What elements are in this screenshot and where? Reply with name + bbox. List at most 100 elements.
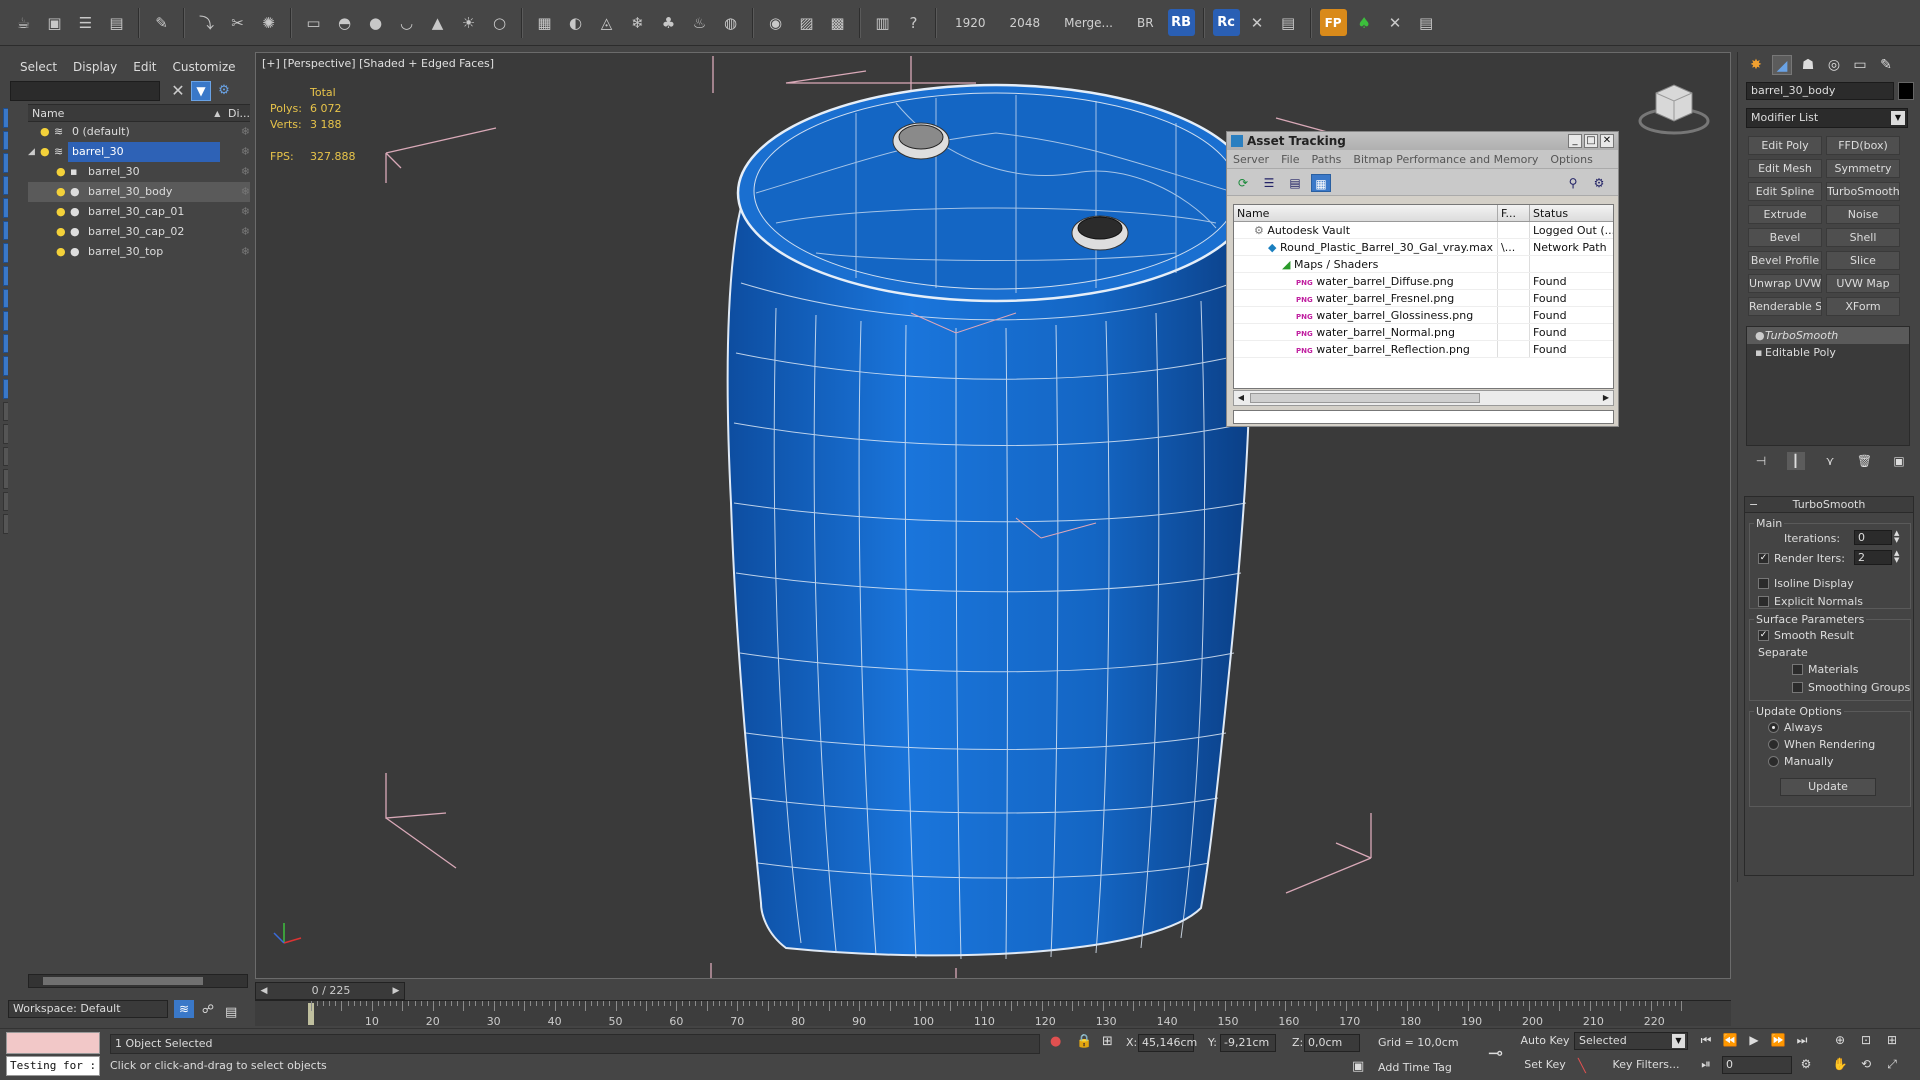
sphere-icon[interactable]: ● xyxy=(362,9,389,36)
table-row[interactable]: PNG water_barrel_Fresnel.png Found xyxy=(1234,290,1613,307)
modifier-button[interactable]: Slice xyxy=(1826,251,1900,270)
hf-icon[interactable]: ♨ xyxy=(686,9,713,36)
add-time-tag-button[interactable]: Add Time Tag xyxy=(1378,1061,1452,1074)
freeze-icon[interactable]: ❄ xyxy=(241,222,250,242)
lock-icon[interactable]: 🔒 xyxy=(1076,1034,1092,1049)
freeze-icon[interactable]: ❄ xyxy=(241,122,250,142)
menu-display[interactable]: Display xyxy=(73,60,117,74)
sun-icon[interactable]: ☀ xyxy=(455,9,482,36)
stack-item-turbosmooth[interactable]: ●TurboSmooth xyxy=(1747,327,1909,344)
table-row[interactable]: PNG water_barrel_Reflection.png Found xyxy=(1234,341,1613,358)
field-of-view-icon[interactable]: ⊞ xyxy=(1882,1033,1902,1047)
motion-tab-icon[interactable]: ◎ xyxy=(1824,55,1844,75)
expand-plus-icon[interactable]: ▪ xyxy=(1755,344,1765,361)
configure-modifier-sets-icon[interactable]: ▣ xyxy=(1890,452,1908,470)
dome-icon[interactable]: ◓ xyxy=(331,9,358,36)
modifier-button[interactable]: UVW Map xyxy=(1826,274,1900,293)
camera-icon[interactable]: ◬ xyxy=(593,9,620,36)
box-icon[interactable]: ▭ xyxy=(300,9,327,36)
modifier-button[interactable]: XForm xyxy=(1826,297,1900,316)
collapse-arrow-icon[interactable]: ◢ xyxy=(28,142,35,162)
play-icon[interactable]: ▶ xyxy=(1744,1033,1764,1047)
scrollbar-thumb[interactable] xyxy=(43,977,203,985)
set-key-button[interactable]: Set Key xyxy=(1520,1056,1570,1074)
maxscript-listener-input[interactable]: Testing for : xyxy=(6,1056,100,1076)
previous-key-icon[interactable]: ⏪ xyxy=(1720,1033,1740,1047)
tree-icon[interactable]: ♠ xyxy=(1351,9,1378,36)
menu-server[interactable]: Server xyxy=(1233,153,1269,166)
modifier-button[interactable]: Unwrap UVW xyxy=(1748,274,1822,293)
spreadsheet-icon[interactable]: ▤ xyxy=(1413,9,1440,36)
maximize-button[interactable]: □ xyxy=(1584,134,1598,148)
when-rendering-radio[interactable] xyxy=(1768,739,1779,750)
spinner-arrows-icon[interactable]: ▲ ▼ xyxy=(1894,530,1902,545)
vault-connect-icon[interactable]: ⚲ xyxy=(1563,174,1583,192)
table-row[interactable]: ◆ Round_Plastic_Barrel_30_Gal_vray.max \… xyxy=(1234,239,1613,256)
visibility-bulb-icon[interactable]: ● xyxy=(56,242,66,262)
menu-bitmap-performance[interactable]: Bitmap Performance and Memory xyxy=(1353,153,1538,166)
tree-row-barrel-layer[interactable]: ◢ ● ≋ barrel_30 ❄ xyxy=(28,142,250,162)
modifier-list-dropdown[interactable]: Modifier List ▼ xyxy=(1746,108,1908,128)
capsule-icon[interactable]: ◐ xyxy=(562,9,589,36)
scene-search-input[interactable] xyxy=(10,81,160,101)
freeze-icon[interactable]: ❄ xyxy=(241,202,250,222)
column-name[interactable]: Name xyxy=(1234,205,1498,221)
render-icon[interactable]: ▩ xyxy=(824,9,851,36)
iterations-spinner[interactable]: 0 xyxy=(1854,530,1892,545)
menu-edit[interactable]: Edit xyxy=(133,60,156,74)
clear-search-icon[interactable]: ✕ xyxy=(168,81,188,101)
tree-row-barrel-helper[interactable]: ● ▪ barrel_30 ❄ xyxy=(28,162,250,182)
object-name-field[interactable]: barrel_30_body xyxy=(1746,82,1894,100)
default-in-out-tangent-icon[interactable]: ╲ xyxy=(1578,1059,1586,1074)
snowflake-icon[interactable]: ❄ xyxy=(624,9,651,36)
render-iters-spinner[interactable]: 2 xyxy=(1854,550,1892,565)
tree-row-default-layer[interactable]: ● ≋ 0 (default) ❄ xyxy=(28,122,250,142)
table-view-icon[interactable]: ▤ xyxy=(1285,174,1305,192)
transform-mode-icon[interactable]: ⊞ xyxy=(1102,1034,1113,1049)
visibility-bulb-icon[interactable]: ● xyxy=(56,162,66,182)
menu-file[interactable]: File xyxy=(1281,153,1299,166)
modifier-button[interactable]: Bevel Profile xyxy=(1748,251,1822,270)
pin-stack-icon[interactable]: ⊣ xyxy=(1752,452,1770,470)
vault-settings-icon[interactable]: ⚙ xyxy=(1589,174,1609,192)
freeze-icon[interactable]: ❄ xyxy=(241,142,250,162)
filter-toggle-icon[interactable]: ▼ xyxy=(191,81,211,101)
merge-button[interactable]: Merge... xyxy=(1054,16,1123,30)
scroll-right-arrow-icon[interactable]: ▶ xyxy=(1599,391,1613,405)
visibility-bulb-icon[interactable]: ● xyxy=(56,202,66,222)
render-iters-checkbox[interactable]: ✓ xyxy=(1758,553,1769,564)
rc-button[interactable]: Rc xyxy=(1212,9,1240,36)
modifier-button[interactable]: Edit Spline xyxy=(1748,182,1822,201)
utilities-tab-icon[interactable]: ✎ xyxy=(1876,55,1896,75)
maximize-viewport-icon[interactable]: ⤢ xyxy=(1882,1057,1902,1072)
trackbar[interactable]: ▤ 10 20 30 40 50 60 70 80 90 100 110 120 130 140 150 16… xyxy=(225,1000,1731,1028)
menu-customize[interactable]: Customize xyxy=(173,60,236,74)
bowl-icon[interactable]: ◡ xyxy=(393,9,420,36)
time-tag-icon[interactable]: ▣ xyxy=(1352,1059,1364,1074)
smoothing-groups-checkbox[interactable] xyxy=(1792,682,1803,693)
column-status[interactable]: Status xyxy=(1530,205,1613,221)
modifier-button[interactable]: Renderable Spline xyxy=(1748,297,1822,316)
always-radio[interactable] xyxy=(1768,722,1779,733)
table-row[interactable]: PNG water_barrel_Glossiness.png Found xyxy=(1234,307,1613,324)
maxscript-mini-listener[interactable] xyxy=(6,1032,100,1054)
remove-modifier-icon[interactable]: 🗑 xyxy=(1856,452,1874,470)
curve-editor-icon[interactable]: ▤ xyxy=(225,1005,245,1023)
spinner-arrows-icon[interactable]: ▲ ▼ xyxy=(1894,550,1902,565)
globe-icon[interactable]: ◉ xyxy=(762,9,789,36)
key-filters-button[interactable]: Key Filters... xyxy=(1606,1056,1686,1074)
list-icon[interactable]: ☰ xyxy=(72,9,99,36)
refresh-icon[interactable]: ⟳ xyxy=(1233,174,1253,192)
time-config-icon[interactable]: ⚙ xyxy=(1796,1057,1816,1071)
modify-tab-icon[interactable]: ◢ xyxy=(1772,55,1792,75)
light-bulb-icon[interactable]: ● xyxy=(1755,327,1765,344)
hierarchy-icon[interactable]: ☍ xyxy=(198,1000,218,1018)
modifier-button[interactable]: Symmetry xyxy=(1826,159,1900,178)
resolution-width[interactable]: 1920 xyxy=(945,16,996,30)
isolate-selection-icon[interactable]: ● xyxy=(1050,1034,1061,1049)
spreadsheet-icon[interactable]: ▤ xyxy=(1275,9,1302,36)
resolution-height[interactable]: 2048 xyxy=(1000,16,1051,30)
column-display[interactable]: Di... xyxy=(224,107,250,120)
smooth-result-checkbox[interactable]: ✓ xyxy=(1758,630,1769,641)
table-row[interactable]: PNG water_barrel_Normal.png Found xyxy=(1234,324,1613,341)
